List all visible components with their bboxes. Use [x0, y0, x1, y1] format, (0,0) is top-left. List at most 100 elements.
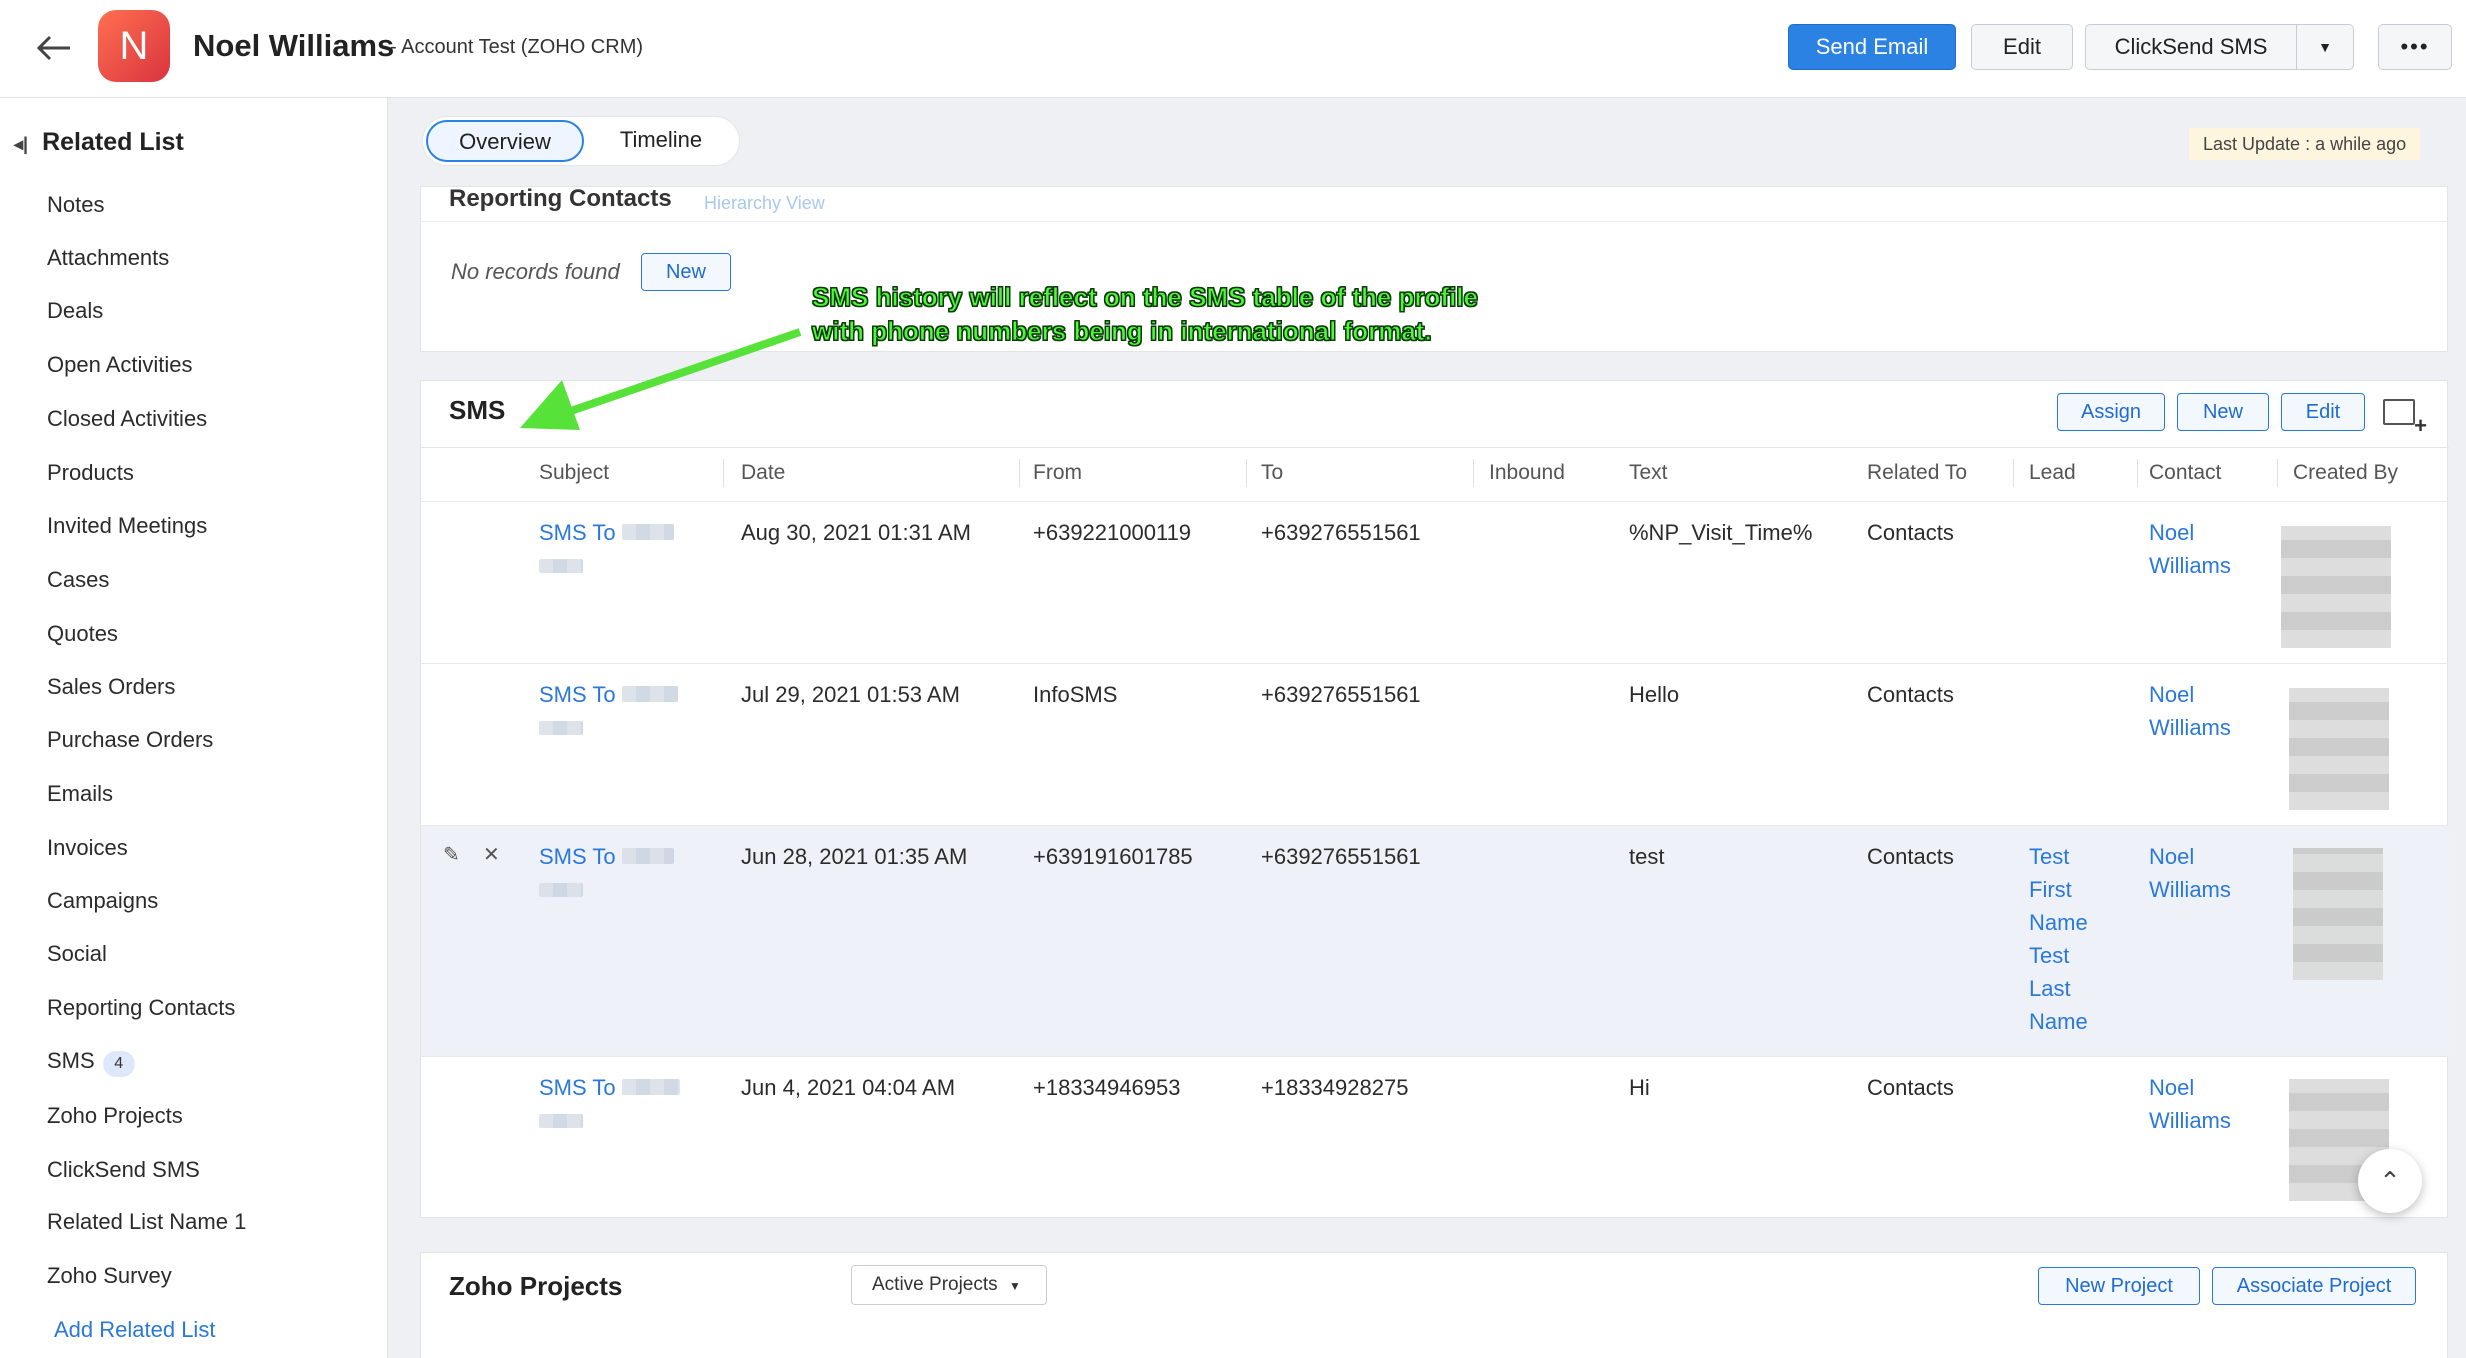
sms-from: +639221000119 [1033, 520, 1192, 545]
redacted-creator [2289, 688, 2389, 810]
avatar: N [98, 10, 170, 82]
sidebar-item-products[interactable]: Products [47, 460, 134, 486]
col-from[interactable]: From [1033, 461, 1082, 485]
record-name: Noel Williams [193, 28, 395, 63]
col-lead[interactable]: Lead [2029, 461, 2076, 485]
divider [421, 447, 2449, 448]
new-project-button[interactable]: New Project [2038, 1267, 2200, 1305]
tab-timeline[interactable]: Timeline [591, 120, 731, 162]
table-row[interactable]: SMS To Jun 4, 2021 04:04 AM +18334946953… [421, 1056, 2449, 1218]
sidebar-item-deals[interactable]: Deals [47, 298, 103, 324]
scroll-up-icon[interactable]: ⌃ [2358, 1149, 2422, 1213]
col-subject[interactable]: Subject [539, 461, 609, 485]
divider [2277, 459, 2278, 487]
sidebar-item-attachments[interactable]: Attachments [47, 245, 169, 271]
sms-contact-link[interactable]: Noel Williams [2149, 516, 2231, 582]
sms-contact-link[interactable]: Noel Williams [2149, 1071, 2231, 1137]
redacted-name [539, 559, 583, 573]
sms-to: +18334928275 [1261, 1075, 1409, 1100]
col-text[interactable]: Text [1629, 461, 1668, 485]
sms-section: SMS Assign New Edit Subject Date From To… [420, 380, 2449, 1218]
sms-edit-button[interactable]: Edit [2281, 393, 2365, 431]
sms-to: +639276551561 [1261, 682, 1421, 707]
sidebar-item-closed-activities[interactable]: Closed Activities [47, 406, 207, 432]
sms-contact-link[interactable]: Noel Williams [2149, 678, 2231, 744]
hierarchy-view-link[interactable]: Hierarchy View [704, 193, 825, 214]
sidebar-item-reporting-contacts[interactable]: Reporting Contacts [47, 995, 235, 1021]
sidebar-item-invited-meetings[interactable]: Invited Meetings [47, 513, 207, 539]
sms-date: Jun 4, 2021 04:04 AM [741, 1075, 956, 1100]
col-to[interactable]: To [1261, 461, 1283, 485]
tab-overview[interactable]: Overview [426, 120, 584, 162]
col-inbound[interactable]: Inbound [1489, 461, 1565, 485]
close-icon[interactable]: ✕ [483, 842, 500, 867]
col-created-by[interactable]: Created By [2293, 461, 2398, 485]
view-tabs: Overview Timeline [422, 116, 740, 166]
send-email-button[interactable]: Send Email [1788, 24, 1956, 70]
no-records-text: No records found [451, 259, 620, 284]
sidebar-item-sms[interactable]: SMS 4 [47, 1048, 135, 1077]
sms-section-title: SMS [449, 395, 506, 425]
sidebar-item-open-activities[interactable]: Open Activities [47, 352, 193, 378]
sidebar-item-social[interactable]: Social [47, 941, 107, 967]
sms-subject-link[interactable]: SMS To [539, 840, 674, 906]
table-row[interactable]: SMS To Aug 30, 2021 01:31 AM +6392210001… [421, 501, 2449, 663]
table-settings-icon[interactable] [2383, 399, 2427, 439]
chevron-down-icon: ▼ [1008, 1279, 1021, 1293]
more-options-button[interactable]: ••• [2378, 24, 2452, 70]
sms-subject-link[interactable]: SMS To [539, 516, 674, 582]
annotation-text: SMS history will reflect on the SMS tabl… [812, 282, 1479, 347]
redacted-creator [2281, 526, 2391, 648]
redacted-name [621, 524, 674, 540]
redacted-name [539, 883, 583, 897]
sidebar-item-invoices[interactable]: Invoices [47, 835, 128, 861]
sidebar-item-sales-orders[interactable]: Sales Orders [47, 674, 175, 700]
edit-button[interactable]: Edit [1971, 24, 2073, 70]
related-list-title: ◂| Related List [14, 128, 184, 156]
col-related-to[interactable]: Related To [1867, 461, 1967, 485]
redacted-name [539, 721, 583, 735]
clicksend-sms-button[interactable]: ClickSend SMS [2085, 24, 2297, 70]
add-related-list-link[interactable]: Add Related List [54, 1317, 215, 1343]
sidebar-item-emails[interactable]: Emails [47, 781, 113, 807]
sms-related-to: Contacts [1867, 682, 1954, 707]
reporting-contacts-new-button[interactable]: New [641, 253, 731, 291]
sidebar-item-campaigns[interactable]: Campaigns [47, 888, 158, 914]
col-date[interactable]: Date [741, 461, 785, 485]
sidebar-item-related-list-name-1[interactable]: Related List Name 1 [47, 1209, 246, 1235]
record-subtitle: - Account Test (ZOHO CRM) [390, 36, 644, 58]
sidebar-item-purchase-orders[interactable]: Purchase Orders [47, 727, 213, 753]
sms-subject-link[interactable]: SMS To [539, 678, 678, 744]
sms-date: Aug 30, 2021 01:31 AM [741, 520, 971, 545]
table-row[interactable]: SMS To Jul 29, 2021 01:53 AM InfoSMS +63… [421, 663, 2449, 825]
back-arrow-icon[interactable] [34, 28, 78, 72]
table-row[interactable]: ✎ ✕ SMS To Jun 28, 2021 01:35 AM +639191… [421, 825, 2449, 1056]
sms-contact-link[interactable]: Noel Williams [2149, 840, 2231, 906]
sms-lead-link[interactable]: Test First Name Test Last Name [2029, 840, 2088, 1038]
sms-assign-button[interactable]: Assign [2057, 393, 2165, 431]
active-projects-dropdown[interactable]: Active Projects ▼ [851, 1265, 1047, 1305]
sidebar-item-zoho-projects[interactable]: Zoho Projects [47, 1103, 183, 1129]
sms-new-button[interactable]: New [2177, 393, 2269, 431]
sms-text: Hi [1629, 1075, 1650, 1100]
associate-project-button[interactable]: Associate Project [2212, 1267, 2416, 1305]
pencil-icon[interactable]: ✎ [443, 842, 460, 867]
sidebar-item-zoho-survey[interactable]: Zoho Survey [47, 1263, 172, 1289]
annotation-arrow-icon [520, 328, 802, 430]
sidebar-item-notes[interactable]: Notes [47, 192, 104, 218]
chevron-down-icon[interactable]: ▼ [2296, 24, 2354, 70]
sms-count-badge: 4 [102, 1051, 135, 1077]
collapse-icon[interactable]: ◂| [14, 134, 28, 154]
zoho-projects-section: Zoho Projects Active Projects ▼ New Proj… [420, 1252, 2448, 1358]
sidebar-item-clicksend-sms[interactable]: ClickSend SMS [47, 1157, 200, 1183]
sms-subject-link[interactable]: SMS To [539, 1071, 680, 1137]
sms-from: +639191601785 [1033, 844, 1193, 869]
col-contact[interactable]: Contact [2149, 461, 2221, 485]
sidebar-item-cases[interactable]: Cases [47, 567, 109, 593]
last-update-label: Last Update : a while ago [2189, 128, 2421, 160]
divider [2137, 459, 2138, 487]
record-header: N Noel Williams - Account Test (ZOHO CRM… [0, 0, 2466, 98]
sms-related-to: Contacts [1867, 520, 1954, 545]
redacted-name [539, 1114, 583, 1128]
sidebar-item-quotes[interactable]: Quotes [47, 621, 118, 647]
